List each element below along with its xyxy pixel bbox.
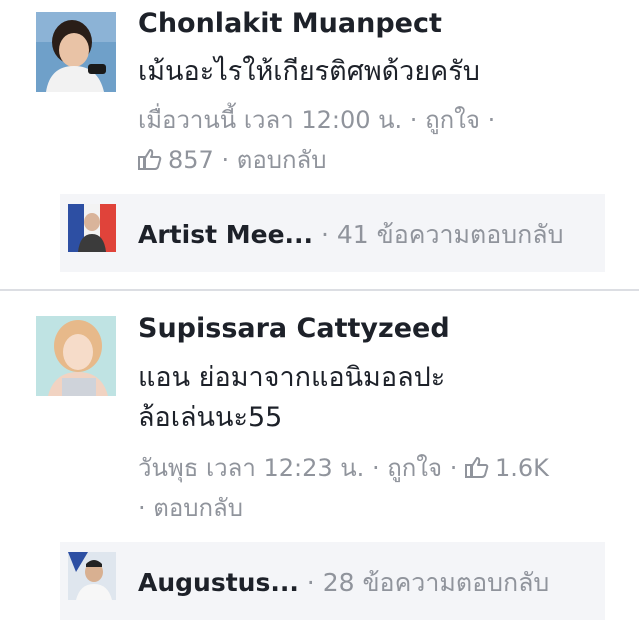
comment-text-line: แอน ย่อมาจากแอนิมอลปะ — [138, 362, 446, 393]
reply-count[interactable]: 28 ข้อความตอบกลับ — [323, 568, 550, 597]
comment-timestamp[interactable]: วันพุธ เวลา 12:23 น. — [138, 454, 364, 482]
reply-avatar — [68, 204, 116, 252]
comment-author[interactable]: Supissara Cattyzeed — [138, 313, 450, 344]
separator: · — [320, 220, 329, 249]
reply-count[interactable]: 41 ข้อความตอบกลับ — [337, 220, 564, 249]
comment-author[interactable]: Chonlakit Muanpect — [138, 8, 442, 39]
comment-text-line: ล้อเล่นนะ55 — [138, 402, 283, 433]
comment-timestamp[interactable]: เมื่อวานนี้ เวลา 12:00 น. — [138, 106, 402, 134]
reply-author[interactable]: Artist Mee... — [138, 220, 313, 249]
separator: · — [306, 568, 315, 597]
reply-preview[interactable]: Artist Mee... · 41 ข้อความตอบกลับ — [60, 194, 605, 272]
comment-item: Supissara Cattyzeed แอน ย่อมาจากแอนิมอลป… — [0, 292, 639, 638]
comment-text: แอน ย่อมาจากแอนิมอลปะ ล้อเล่นนะ55 — [138, 358, 445, 438]
separator: · — [221, 146, 230, 174]
reply-avatar — [68, 552, 116, 600]
comment-actions: 857 · ตอบกลับ — [138, 140, 326, 180]
avatar[interactable] — [36, 12, 116, 92]
reply-link[interactable]: ตอบกลับ — [153, 494, 243, 522]
separator: · — [487, 106, 496, 134]
reply-preview-text: Augustus... · 28 ข้อความตอบกลับ — [138, 563, 549, 603]
comment-actions: · ตอบกลับ — [138, 488, 243, 528]
comment-divider — [0, 289, 639, 291]
separator: · — [409, 106, 418, 134]
separator: · — [449, 454, 458, 482]
reply-preview-text: Artist Mee... · 41 ข้อความตอบกลับ — [138, 215, 563, 255]
like-count[interactable]: 857 — [168, 146, 214, 174]
reply-preview[interactable]: Augustus... · 28 ข้อความตอบกลับ — [60, 542, 605, 620]
comment-meta: เมื่อวานนี้ เวลา 12:00 น. · ถูกใจ · — [138, 100, 495, 140]
separator: · — [138, 494, 146, 522]
reply-author[interactable]: Augustus... — [138, 568, 299, 597]
comment-text-line: เม้นอะไรให้เกียรติศพด้วยครับ — [138, 56, 480, 87]
thumbs-up-icon — [138, 142, 162, 170]
separator: · — [371, 454, 380, 482]
reply-link[interactable]: ตอบกลับ — [237, 146, 327, 174]
like-link[interactable]: ถูกใจ — [387, 454, 442, 482]
like-link[interactable]: ถูกใจ — [425, 106, 480, 134]
avatar[interactable] — [36, 316, 116, 396]
comment-meta: วันพุธ เวลา 12:23 น. · ถูกใจ · 1.6K — [138, 448, 549, 488]
comment-item: Chonlakit Muanpect เม้นอะไรให้เกียรติศพด… — [0, 0, 639, 290]
like-count[interactable]: 1.6K — [495, 454, 549, 482]
thumbs-up-icon — [465, 450, 489, 478]
comment-text: เม้นอะไรให้เกียรติศพด้วยครับ — [138, 52, 480, 92]
